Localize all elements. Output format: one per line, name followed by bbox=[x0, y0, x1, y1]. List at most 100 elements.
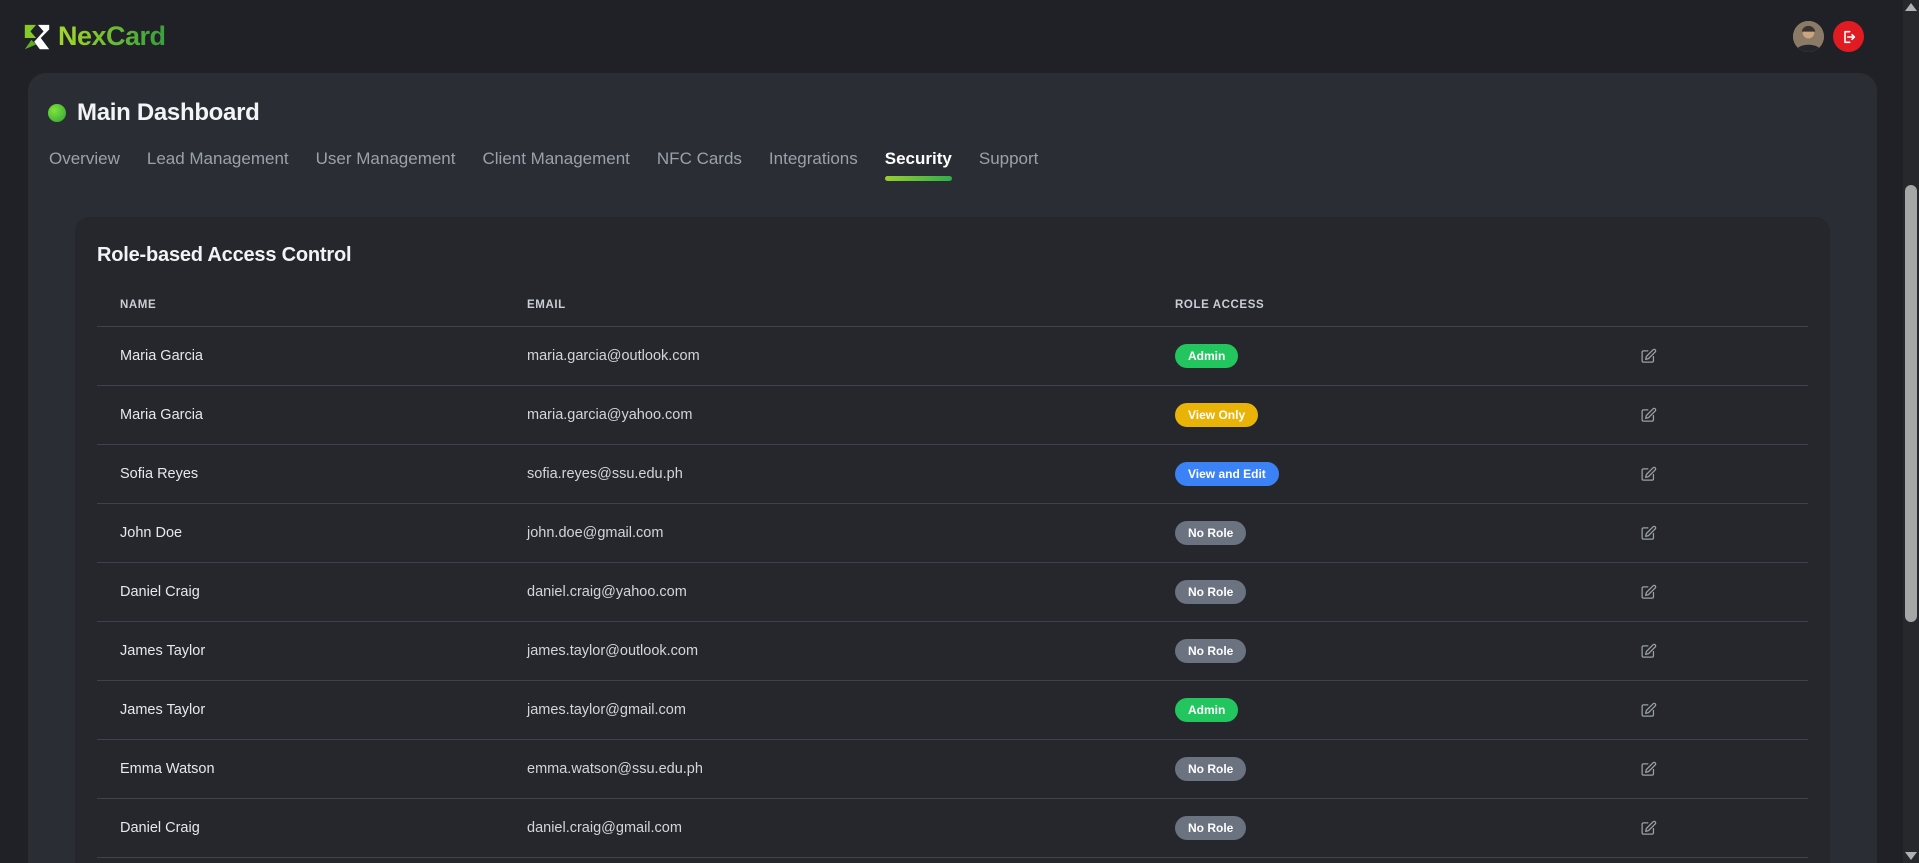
edit-pencil-icon bbox=[1640, 643, 1657, 660]
tab[interactable]: NFC Cards bbox=[657, 149, 742, 181]
tab-label: Lead Management bbox=[147, 149, 289, 168]
column-header-name: Name bbox=[97, 299, 527, 311]
roles-table: Name Email Role Access Maria Garcia mari… bbox=[97, 283, 1808, 858]
edit-role-button[interactable] bbox=[1640, 525, 1657, 542]
tab[interactable]: User Management bbox=[316, 149, 456, 181]
scrollbar-thumb[interactable] bbox=[1905, 185, 1917, 622]
user-name: Daniel Craig bbox=[97, 584, 527, 600]
table-row: Sofia Reyes sofia.reyes@ssu.edu.ph View … bbox=[97, 445, 1808, 504]
tab-label: NFC Cards bbox=[657, 149, 742, 168]
column-header-email: Email bbox=[527, 299, 1175, 311]
edit-role-button[interactable] bbox=[1640, 702, 1657, 719]
role-badge: View Only bbox=[1175, 403, 1258, 427]
user-name: John Doe bbox=[97, 525, 527, 541]
actions-cell bbox=[1640, 584, 1808, 601]
role-badge: No Role bbox=[1175, 639, 1246, 663]
user-avatar[interactable] bbox=[1793, 21, 1824, 52]
role-cell: No Role bbox=[1175, 816, 1640, 840]
status-dot-icon bbox=[48, 104, 66, 122]
tab[interactable]: Integrations bbox=[769, 149, 858, 181]
edit-role-button[interactable] bbox=[1640, 643, 1657, 660]
tab[interactable]: Support bbox=[979, 149, 1039, 181]
role-badge: Admin bbox=[1175, 344, 1238, 368]
tab-bar: Overview Lead Management User Management… bbox=[49, 149, 1877, 181]
tab[interactable]: Lead Management bbox=[147, 149, 289, 181]
user-email: emma.watson@ssu.edu.ph bbox=[527, 761, 1175, 777]
role-cell: View Only bbox=[1175, 403, 1640, 427]
table-row: Emma Watson emma.watson@ssu.edu.ph No Ro… bbox=[97, 740, 1808, 799]
tab-label: Overview bbox=[49, 149, 120, 168]
role-cell: No Role bbox=[1175, 639, 1640, 663]
edit-pencil-icon bbox=[1640, 820, 1657, 837]
logout-button[interactable] bbox=[1833, 21, 1864, 52]
role-cell: No Role bbox=[1175, 580, 1640, 604]
actions-cell bbox=[1640, 702, 1808, 719]
table-row: Maria Garcia maria.garcia@outlook.com Ad… bbox=[97, 327, 1808, 386]
role-cell: View and Edit bbox=[1175, 462, 1640, 486]
tab[interactable]: Security bbox=[885, 149, 952, 181]
role-badge: No Role bbox=[1175, 757, 1246, 781]
role-cell: Admin bbox=[1175, 698, 1640, 722]
vertical-scrollbar[interactable] bbox=[1903, 0, 1919, 863]
user-name: Emma Watson bbox=[97, 761, 527, 777]
edit-pencil-icon bbox=[1640, 584, 1657, 601]
role-badge: View and Edit bbox=[1175, 462, 1279, 486]
edit-role-button[interactable] bbox=[1640, 820, 1657, 837]
edit-pencil-icon bbox=[1640, 466, 1657, 483]
table-row: Daniel Craig daniel.craig@gmail.com No R… bbox=[97, 799, 1808, 858]
user-name: James Taylor bbox=[97, 643, 527, 659]
edit-pencil-icon bbox=[1640, 407, 1657, 424]
rbac-card: Role-based Access Control Name Email Rol… bbox=[75, 217, 1830, 863]
role-badge: No Role bbox=[1175, 816, 1246, 840]
main-panel: Main Dashboard Overview Lead Management … bbox=[28, 73, 1877, 863]
user-email: daniel.craig@yahoo.com bbox=[527, 584, 1175, 600]
edit-role-button[interactable] bbox=[1640, 407, 1657, 424]
top-header: NexCard bbox=[0, 0, 1903, 73]
table-row: Maria Garcia maria.garcia@yahoo.com View… bbox=[97, 386, 1808, 445]
user-email: maria.garcia@yahoo.com bbox=[527, 407, 1175, 423]
edit-role-button[interactable] bbox=[1640, 466, 1657, 483]
actions-cell bbox=[1640, 820, 1808, 837]
user-avatar-image bbox=[1793, 21, 1824, 52]
user-email: daniel.craig@gmail.com bbox=[527, 820, 1175, 836]
role-cell: Admin bbox=[1175, 344, 1640, 368]
page-title: Main Dashboard bbox=[77, 99, 260, 127]
role-cell: No Role bbox=[1175, 757, 1640, 781]
role-badge: No Role bbox=[1175, 521, 1246, 545]
edit-pencil-icon bbox=[1640, 702, 1657, 719]
user-name: James Taylor bbox=[97, 702, 527, 718]
user-email: sofia.reyes@ssu.edu.ph bbox=[527, 466, 1175, 482]
table-row: Daniel Craig daniel.craig@yahoo.com No R… bbox=[97, 563, 1808, 622]
card-title: Role-based Access Control bbox=[97, 244, 1830, 267]
user-email: james.taylor@outlook.com bbox=[527, 643, 1175, 659]
user-email: maria.garcia@outlook.com bbox=[527, 348, 1175, 364]
tab[interactable]: Client Management bbox=[482, 149, 629, 181]
edit-role-button[interactable] bbox=[1640, 348, 1657, 365]
actions-cell bbox=[1640, 348, 1808, 365]
edit-role-button[interactable] bbox=[1640, 761, 1657, 778]
page-head: Main Dashboard bbox=[48, 99, 1877, 127]
tab[interactable]: Overview bbox=[49, 149, 120, 181]
user-name: Sofia Reyes bbox=[97, 466, 527, 482]
logout-icon bbox=[1841, 29, 1857, 45]
tab-label: Support bbox=[979, 149, 1039, 168]
edit-pencil-icon bbox=[1640, 761, 1657, 778]
header-actions bbox=[1793, 21, 1864, 52]
actions-cell bbox=[1640, 407, 1808, 424]
table-row: John Doe john.doe@gmail.com No Role bbox=[97, 504, 1808, 563]
scroll-down-arrow[interactable] bbox=[1905, 852, 1917, 860]
scroll-up-arrow[interactable] bbox=[1905, 3, 1917, 11]
actions-cell bbox=[1640, 643, 1808, 660]
brand-logo-icon bbox=[22, 21, 52, 53]
edit-pencil-icon bbox=[1640, 348, 1657, 365]
actions-cell bbox=[1640, 525, 1808, 542]
table-row: James Taylor james.taylor@gmail.com Admi… bbox=[97, 681, 1808, 740]
user-email: james.taylor@gmail.com bbox=[527, 702, 1175, 718]
edit-pencil-icon bbox=[1640, 525, 1657, 542]
table-body: Maria Garcia maria.garcia@outlook.com Ad… bbox=[97, 327, 1808, 858]
actions-cell bbox=[1640, 466, 1808, 483]
brand-logo[interactable]: NexCard bbox=[22, 21, 166, 53]
table-header-row: Name Email Role Access bbox=[97, 283, 1808, 327]
user-name: Maria Garcia bbox=[97, 407, 527, 423]
edit-role-button[interactable] bbox=[1640, 584, 1657, 601]
